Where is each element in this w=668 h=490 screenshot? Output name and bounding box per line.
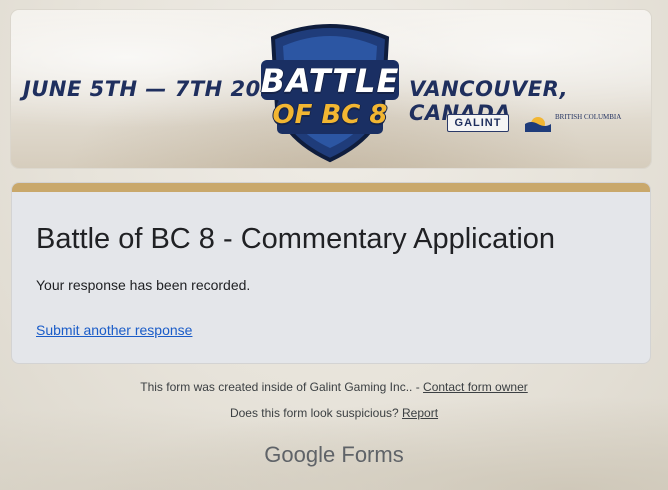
footer-suspicious-line: Does this form look suspicious? Report bbox=[0, 406, 668, 420]
galint-logo: GALINT bbox=[447, 114, 509, 132]
bc-sun-icon bbox=[525, 117, 551, 132]
confirmation-card: Battle of BC 8 - Commentary Application … bbox=[11, 182, 651, 364]
submit-another-link[interactable]: Submit another response bbox=[36, 322, 192, 338]
google-forms-logo[interactable]: Google Forms bbox=[0, 442, 668, 468]
contact-owner-link[interactable]: Contact form owner bbox=[423, 380, 528, 394]
logo-title: BATTLE bbox=[260, 62, 400, 100]
footer-created-text: This form was created inside of Galint G… bbox=[140, 380, 424, 394]
card-accent-bar bbox=[12, 183, 650, 192]
report-link[interactable]: Report bbox=[402, 406, 438, 420]
footer-created-line: This form was created inside of Galint G… bbox=[0, 380, 668, 394]
footer-suspicious-text: Does this form look suspicious? bbox=[229, 406, 403, 420]
background-scenery bbox=[0, 380, 668, 490]
event-logo: BATTLE OF BC 8 bbox=[255, 16, 405, 164]
bc-logo-text: BRITISH COLUMBIA bbox=[555, 113, 622, 121]
header-banner: JUNE 5TH — 7TH 2026 BATTLE OF BC 8 VANCO… bbox=[11, 10, 651, 168]
confirmation-message: Your response has been recorded. bbox=[36, 277, 251, 293]
logo-subtitle: OF BC 8 bbox=[272, 100, 388, 130]
brand-google: Google bbox=[264, 442, 336, 467]
form-title: Battle of BC 8 - Commentary Application bbox=[36, 223, 556, 255]
event-date: JUNE 5TH — 7TH 2026 bbox=[23, 77, 292, 101]
brand-forms: Forms bbox=[341, 442, 404, 467]
